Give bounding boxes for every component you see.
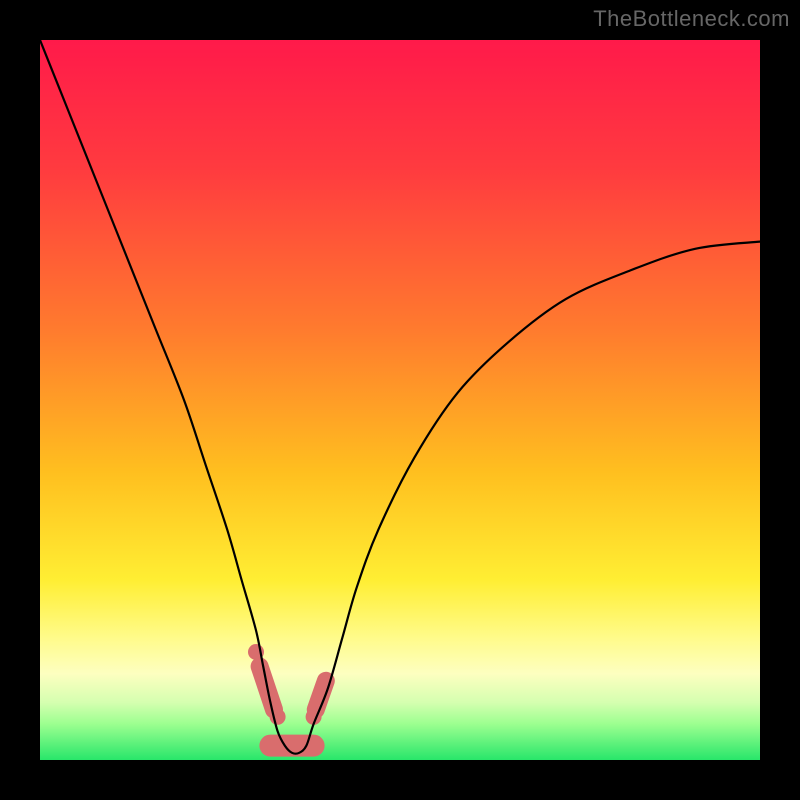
plot-area	[40, 40, 760, 760]
gradient-background	[40, 40, 760, 760]
chart-svg	[40, 40, 760, 760]
chart-frame: TheBottleneck.com	[0, 0, 800, 800]
watermark-text: TheBottleneck.com	[593, 6, 790, 32]
